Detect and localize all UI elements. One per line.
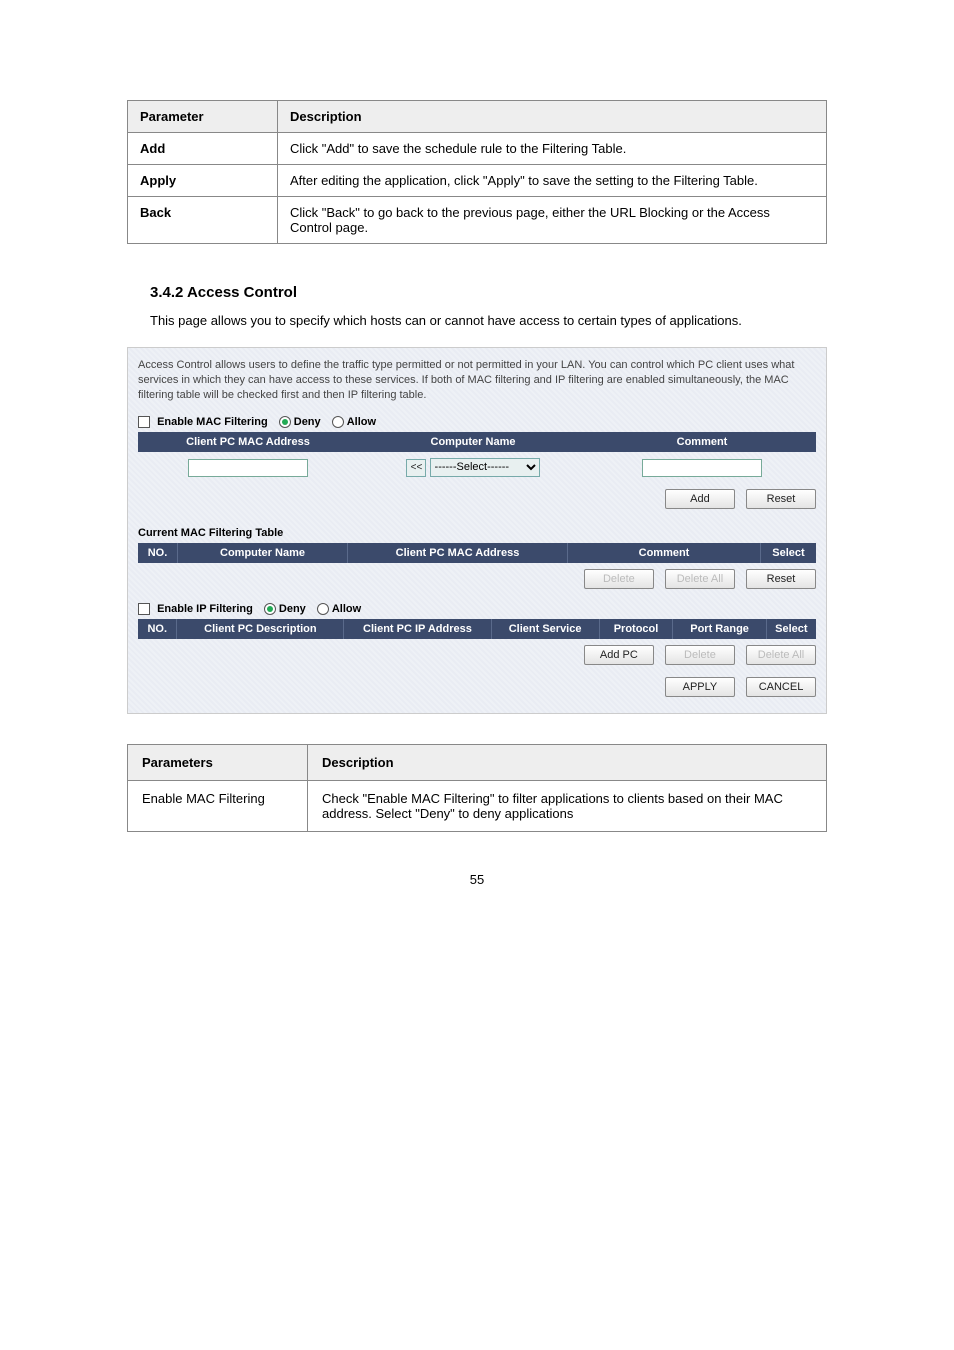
mac-add-row: Add Reset: [138, 483, 816, 515]
hdr-desc: Description: [278, 101, 827, 133]
intro-text: Access Control allows users to define th…: [138, 358, 816, 404]
hdr-no: NO.: [138, 543, 178, 563]
enable-mac-label: Enable MAC Filtering: [157, 416, 268, 428]
ip-table-buttons: Add PC Delete Delete All: [138, 639, 816, 671]
col-mac: Client PC MAC Address: [138, 432, 358, 452]
ip-deny-label: Deny: [279, 603, 306, 615]
ip-hdr-ip: Client PC IP Address: [344, 619, 491, 639]
row-back-p: Back: [128, 197, 278, 244]
ip-hdr-sel: Select: [767, 619, 816, 639]
ip-deny-radio[interactable]: [264, 603, 276, 615]
ip-hdr-range: Port Range: [673, 619, 766, 639]
hdr-cmac: Client PC MAC Address: [348, 543, 568, 563]
hdr-comm: Comment: [568, 543, 761, 563]
add-pc-button[interactable]: Add PC: [584, 645, 654, 665]
mac-input-header: Client PC MAC Address Computer Name Comm…: [138, 432, 816, 452]
row-add-p: Add: [128, 133, 278, 165]
enable-mac-checkbox[interactable]: [138, 416, 150, 428]
reset-button-2[interactable]: Reset: [746, 569, 816, 589]
mac-allow-label: Allow: [347, 416, 376, 428]
access-control-panel: Access Control allows users to define th…: [127, 347, 827, 715]
previous-page-table: ParameterDescription AddClick "Add" to s…: [127, 100, 827, 244]
ip-filter-toggle-row: Enable IP Filtering Deny Allow: [138, 603, 816, 615]
page-number: 55: [20, 872, 934, 887]
ip-allow-radio[interactable]: [317, 603, 329, 615]
cancel-button[interactable]: CANCEL: [746, 677, 816, 697]
enable-ip-label: Enable IP Filtering: [157, 603, 253, 615]
hdr-sel: Select: [761, 543, 816, 563]
mac-input-row: << ------Select------: [138, 452, 816, 484]
t2-hdr-d: Description: [308, 745, 827, 781]
delete-all-button-2[interactable]: Delete All: [746, 645, 816, 665]
mac-table-buttons: Delete Delete All Reset: [138, 563, 816, 595]
col-comment: Comment: [588, 432, 816, 452]
row-add-d: Click "Add" to save the schedule rule to…: [278, 133, 827, 165]
mac-filter-toggle-row: Enable MAC Filtering Deny Allow: [138, 416, 816, 428]
section-title: 3.4.2 Access Control: [150, 284, 934, 301]
hdr-param: Parameter: [128, 101, 278, 133]
mac-deny-radio[interactable]: [279, 416, 291, 428]
section-desc: This page allows you to specify which ho…: [150, 311, 850, 331]
enable-ip-checkbox[interactable]: [138, 603, 150, 615]
delete-button-1[interactable]: Delete: [584, 569, 654, 589]
mac-deny-label: Deny: [294, 416, 321, 428]
mac-allow-radio[interactable]: [332, 416, 344, 428]
row-back-d: Click "Back" to go back to the previous …: [278, 197, 827, 244]
mac-back-button[interactable]: <<: [406, 459, 426, 477]
current-mac-title: Current MAC Filtering Table: [138, 527, 816, 539]
apply-button[interactable]: APPLY: [665, 677, 735, 697]
ip-hdr-svc: Client Service: [492, 619, 600, 639]
delete-button-2[interactable]: Delete: [665, 645, 735, 665]
t2-row-p: Enable MAC Filtering: [128, 781, 308, 832]
add-button[interactable]: Add: [665, 489, 735, 509]
t2-hdr-p: Parameters: [128, 745, 308, 781]
mac-table-header: NO. Computer Name Client PC MAC Address …: [138, 543, 816, 563]
reset-button-1[interactable]: Reset: [746, 489, 816, 509]
hdr-cname: Computer Name: [178, 543, 348, 563]
row-apply-p: Apply: [128, 165, 278, 197]
row-apply-d: After editing the application, click "Ap…: [278, 165, 827, 197]
delete-all-button-1[interactable]: Delete All: [665, 569, 735, 589]
apply-cancel-row: APPLY CANCEL: [138, 671, 816, 703]
ip-allow-label: Allow: [332, 603, 361, 615]
param-table-2: ParametersDescription Enable MAC Filteri…: [127, 744, 827, 832]
ip-hdr-proto: Protocol: [600, 619, 674, 639]
mac-comment-input[interactable]: [642, 459, 762, 477]
mac-address-input[interactable]: [188, 459, 308, 477]
col-name: Computer Name: [358, 432, 588, 452]
t2-row-d: Check "Enable MAC Filtering" to filter a…: [308, 781, 827, 832]
computer-name-select[interactable]: ------Select------: [430, 458, 540, 477]
ip-hdr-desc: Client PC Description: [177, 619, 344, 639]
ip-hdr-no: NO.: [138, 619, 177, 639]
ip-table-header: NO. Client PC Description Client PC IP A…: [138, 619, 816, 639]
